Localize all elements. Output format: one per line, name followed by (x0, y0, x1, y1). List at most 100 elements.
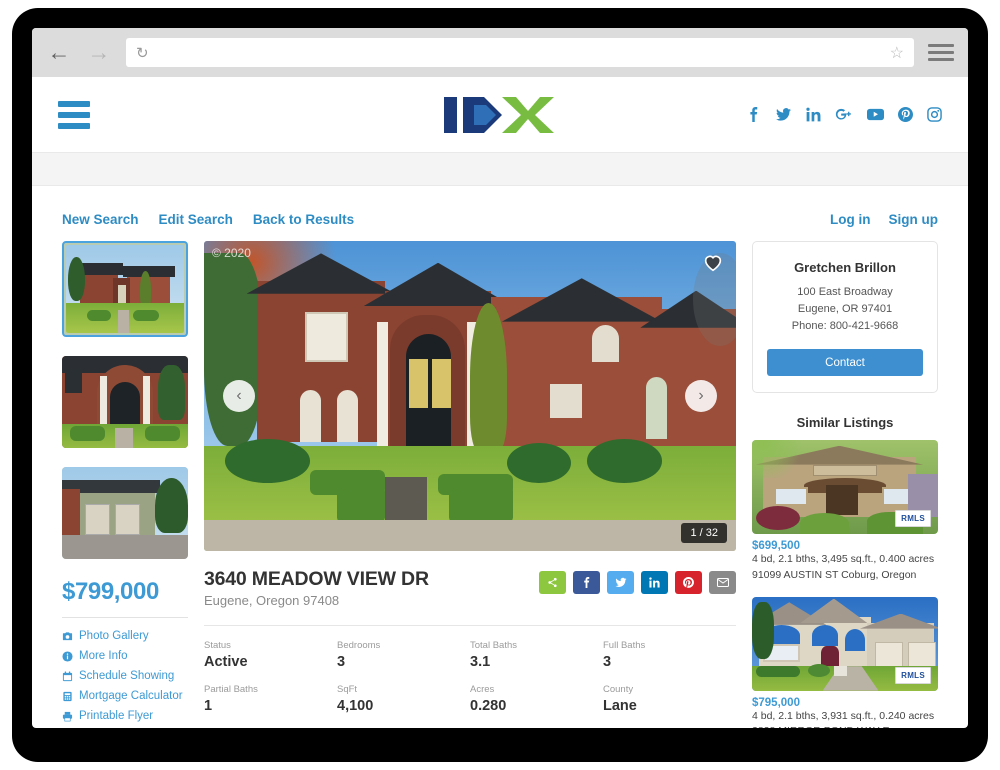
carousel-next-button[interactable]: › (685, 380, 717, 412)
photo-gallery-label: Photo Gallery (79, 630, 149, 642)
idx-logo[interactable] (444, 95, 556, 135)
carousel-prev-button[interactable]: ‹ (223, 380, 255, 412)
sidebar: Gretchen Brillon 100 East Broadway Eugen… (752, 241, 938, 728)
similar-listing-1-details: 4 bd, 2.1 bths, 3,495 sq.ft., 0.400 acre… (752, 553, 935, 566)
instagram-icon (927, 107, 942, 122)
fact-county-label: County (603, 684, 634, 696)
property-facts: Status Active Bedrooms 3 Total Baths 3.1… (204, 640, 736, 714)
sign-up-link[interactable]: Sign up (889, 212, 939, 227)
search-links: New Search Edit Search Back to Results (62, 212, 354, 227)
fact-county-value: Lane (603, 698, 637, 715)
similar-listings-title: Similar Listings (796, 415, 894, 431)
address-subtitle: Eugene, Oregon 97408 (204, 593, 340, 609)
fact-partial-baths-label: Partial Baths (204, 684, 258, 696)
calendar-icon (62, 670, 73, 681)
fact-full-baths-value: 3 (603, 654, 612, 671)
similar-listing-1[interactable]: RMLS $699,500 4 bd, 2.1 bths, 3,495 sq.f… (752, 440, 938, 584)
share-button[interactable] (539, 571, 566, 594)
hero-carousel[interactable]: © 2020 ‹ › 1 / 32 (204, 241, 736, 551)
twitter-share-button[interactable] (607, 571, 634, 594)
envelope-icon (716, 578, 729, 587)
address-bar[interactable]: ↻ ☆ (126, 38, 914, 67)
mortgage-calculator-link[interactable]: Mortgage Calculator (62, 690, 188, 702)
rmls-badge: RMLS (895, 666, 931, 684)
log-in-link[interactable]: Log in (830, 212, 871, 227)
share-buttons (539, 568, 736, 594)
linkedin-icon (806, 107, 821, 122)
photo-gallery-link[interactable]: Photo Gallery (62, 630, 188, 642)
linkedin-share-button[interactable] (641, 571, 668, 594)
agent-city-state-zip: Eugene, OR 97401 (797, 303, 893, 316)
youtube-icon (867, 108, 884, 121)
reload-icon[interactable]: ↻ (136, 44, 149, 62)
social-facebook[interactable] (746, 107, 761, 122)
more-info-label: More Info (79, 650, 128, 662)
social-google-plus[interactable] (835, 107, 853, 122)
social-linkedin[interactable] (806, 107, 821, 122)
fact-sqft-value: 4,100 (337, 698, 374, 715)
browser-toolbar: ← → ↻ ☆ (32, 28, 968, 77)
facebook-share-button[interactable] (573, 571, 600, 594)
twitter-icon (776, 108, 791, 121)
header-subbar (32, 152, 968, 186)
similar-listing-2[interactable]: RMLS $795,000 4 bd, 2.1 bths, 3,931 sq.f… (752, 596, 938, 728)
schedule-showing-link[interactable]: Schedule Showing (62, 670, 188, 682)
social-twitter[interactable] (775, 107, 792, 122)
thumbnail-2[interactable] (62, 356, 188, 448)
printer-icon (62, 711, 73, 721)
more-info-link[interactable]: More Info (62, 650, 188, 662)
social-links (746, 107, 942, 122)
url-input[interactable] (156, 45, 882, 60)
back-button[interactable]: ← (46, 40, 72, 66)
photo-watermark: © 2020 (212, 246, 251, 260)
browser-menu-button[interactable] (928, 42, 954, 64)
fact-total-baths-label: Total Baths (470, 640, 517, 652)
fact-partial-baths: Partial Baths 1 (204, 684, 337, 714)
google-plus-icon (835, 108, 851, 120)
heart-icon (704, 255, 722, 272)
fact-acres-value: 0.280 (470, 698, 507, 715)
fact-status-value: Active (204, 654, 248, 671)
fact-acres-label: Acres (470, 684, 495, 696)
favorite-button[interactable] (702, 251, 724, 273)
device-frame: ← → ↻ ☆ New Search Edit Search Back to R… (12, 8, 988, 762)
forward-button[interactable]: → (86, 40, 112, 66)
email-share-button[interactable] (709, 571, 736, 594)
fact-total-baths: Total Baths 3.1 (470, 640, 603, 670)
new-search-link[interactable]: New Search (62, 212, 139, 227)
social-youtube[interactable] (867, 107, 884, 122)
agent-card: Gretchen Brillon 100 East Broadway Eugen… (752, 241, 938, 394)
fact-total-baths-value: 3.1 (470, 654, 491, 671)
linkedin-icon (649, 577, 660, 588)
fact-county: County Lane (603, 684, 736, 714)
similar-listing-1-price: $699,500 (752, 540, 800, 553)
pinterest-share-button[interactable] (675, 571, 702, 594)
rmls-badge: RMLS (895, 510, 931, 528)
agent-name: Gretchen Brillon (794, 260, 896, 275)
site-menu-button[interactable] (58, 100, 90, 129)
fact-partial-baths-value: 1 (204, 698, 213, 715)
star-icon[interactable]: ☆ (890, 43, 904, 63)
share-icon (548, 577, 557, 588)
photo-counter: 1 / 32 (681, 523, 727, 543)
thumbnail-3[interactable] (62, 467, 188, 559)
idx-logo-icon (444, 96, 554, 133)
printable-flyer-link[interactable]: Printable Flyer (62, 710, 188, 722)
facebook-icon (584, 577, 590, 588)
contact-button[interactable]: Contact (767, 349, 923, 377)
facebook-icon (750, 107, 758, 122)
fact-acres: Acres 0.280 (470, 684, 603, 714)
info-icon (62, 650, 73, 662)
page-title: 3640 MEADOW VIEW DR (204, 568, 429, 590)
social-instagram[interactable] (927, 107, 942, 122)
thumbnail-2-image (62, 356, 188, 448)
calculator-icon (63, 691, 72, 701)
back-to-results-link[interactable]: Back to Results (253, 212, 354, 227)
fact-bedrooms: Bedrooms 3 (337, 640, 470, 670)
similar-listing-2-image: RMLS (752, 596, 938, 691)
listing-detail: $799,000 Photo Gallery More Info Schedul… (32, 241, 968, 728)
thumbnail-column: $799,000 Photo Gallery More Info Schedul… (62, 241, 188, 728)
social-pinterest[interactable] (898, 107, 913, 122)
edit-search-link[interactable]: Edit Search (159, 212, 233, 227)
thumbnail-1[interactable] (62, 241, 188, 337)
